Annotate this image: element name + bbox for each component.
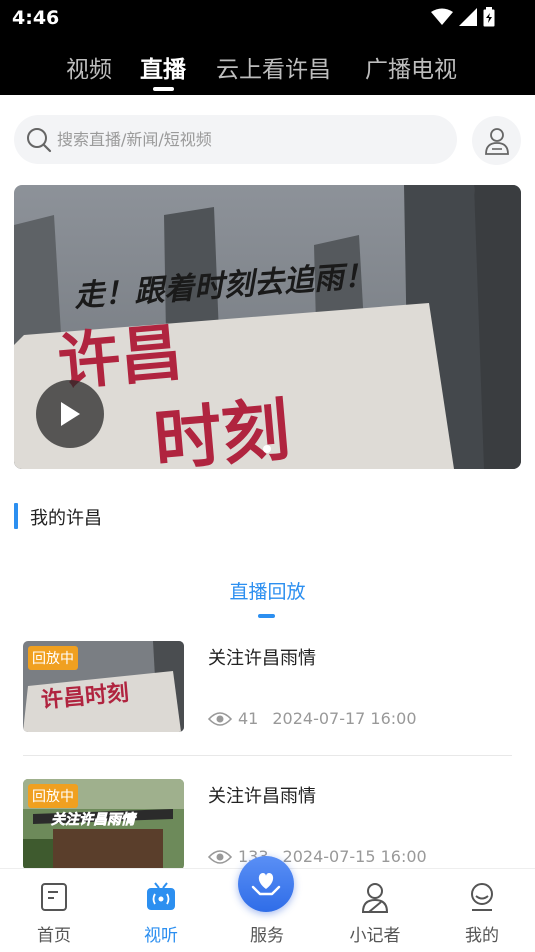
live-banner[interactable]: 走！跟着时刻去追雨！ 许昌 时刻 <box>14 185 521 469</box>
status-time: 4:46 <box>12 7 60 29</box>
user-icon <box>484 127 509 155</box>
item-meta: 133 2024-07-15 16:00 <box>208 847 427 866</box>
play-icon <box>61 402 80 426</box>
item-title: 关注许昌雨情 <box>208 648 316 669</box>
item-date: 2024-07-17 16:00 <box>272 709 417 728</box>
home-doc-icon <box>41 883 67 911</box>
top-tabs: 视频 直播 云上看许昌 广播电视 <box>0 46 535 90</box>
tab-active-indicator <box>153 87 174 91</box>
view-count: 41 <box>238 709 259 728</box>
play-button[interactable] <box>36 380 104 448</box>
thumb-text: 关注许昌雨情 <box>51 811 138 828</box>
item-date: 2024-07-15 16:00 <box>282 847 427 866</box>
nav-service-label: 服务 <box>250 926 284 946</box>
nav-mine[interactable]: 我的 <box>437 869 527 952</box>
eye-icon <box>208 711 232 726</box>
search-bar[interactable] <box>14 115 457 164</box>
nav-audiovisual[interactable]: 视听 <box>116 869 206 952</box>
heart-hand-icon <box>251 873 281 896</box>
replay-badge: 回放中 <box>28 784 78 808</box>
service-button[interactable] <box>238 856 294 912</box>
user-avatar-button[interactable] <box>472 116 521 165</box>
status-icons <box>431 6 495 28</box>
nav-home-label: 首页 <box>37 926 71 946</box>
list-item[interactable]: 许昌时刻 回放中 关注许昌雨情 41 2024-07-17 16:00 <box>23 641 513 733</box>
tab-broadcast-tv[interactable]: 广播电视 <box>365 50 457 84</box>
top-bar: 4:46 视频 直播 云上看许昌 广播电视 <box>0 0 535 95</box>
battery-icon <box>483 7 495 27</box>
banner-sign-line2: 时刻 <box>151 391 293 469</box>
reporter-icon <box>361 883 389 913</box>
nav-audiovisual-label: 视听 <box>144 926 178 946</box>
wifi-icon <box>431 8 453 25</box>
section-title: 我的许昌 <box>30 508 102 529</box>
item-meta: 41 2024-07-17 16:00 <box>208 709 417 728</box>
tv-icon <box>147 882 175 910</box>
search-icon <box>27 128 52 153</box>
nav-reporter-label: 小记者 <box>349 926 401 946</box>
banner-pagination-dot <box>263 445 271 453</box>
signal-icon <box>459 8 477 26</box>
nav-mine-label: 我的 <box>465 926 499 946</box>
replay-badge: 回放中 <box>28 646 78 670</box>
list-divider <box>23 755 512 756</box>
video-thumbnail: 关注许昌雨情 回放中 <box>23 779 184 870</box>
item-title: 关注许昌雨情 <box>208 786 316 807</box>
profile-icon <box>471 883 493 911</box>
tab-video[interactable]: 视频 <box>66 50 112 84</box>
nav-reporter[interactable]: 小记者 <box>330 869 420 952</box>
video-thumbnail: 许昌时刻 回放中 <box>23 641 184 732</box>
nav-home[interactable]: 首页 <box>9 869 99 952</box>
tab-live[interactable]: 直播 <box>140 50 186 84</box>
sub-tab-indicator <box>258 614 275 618</box>
tab-live-replay[interactable]: 直播回放 <box>0 577 535 604</box>
eye-icon <box>208 849 232 864</box>
search-input[interactable] <box>57 115 447 164</box>
section-accent-bar <box>14 503 18 529</box>
tab-cloud-xuchang[interactable]: 云上看许昌 <box>216 50 331 84</box>
